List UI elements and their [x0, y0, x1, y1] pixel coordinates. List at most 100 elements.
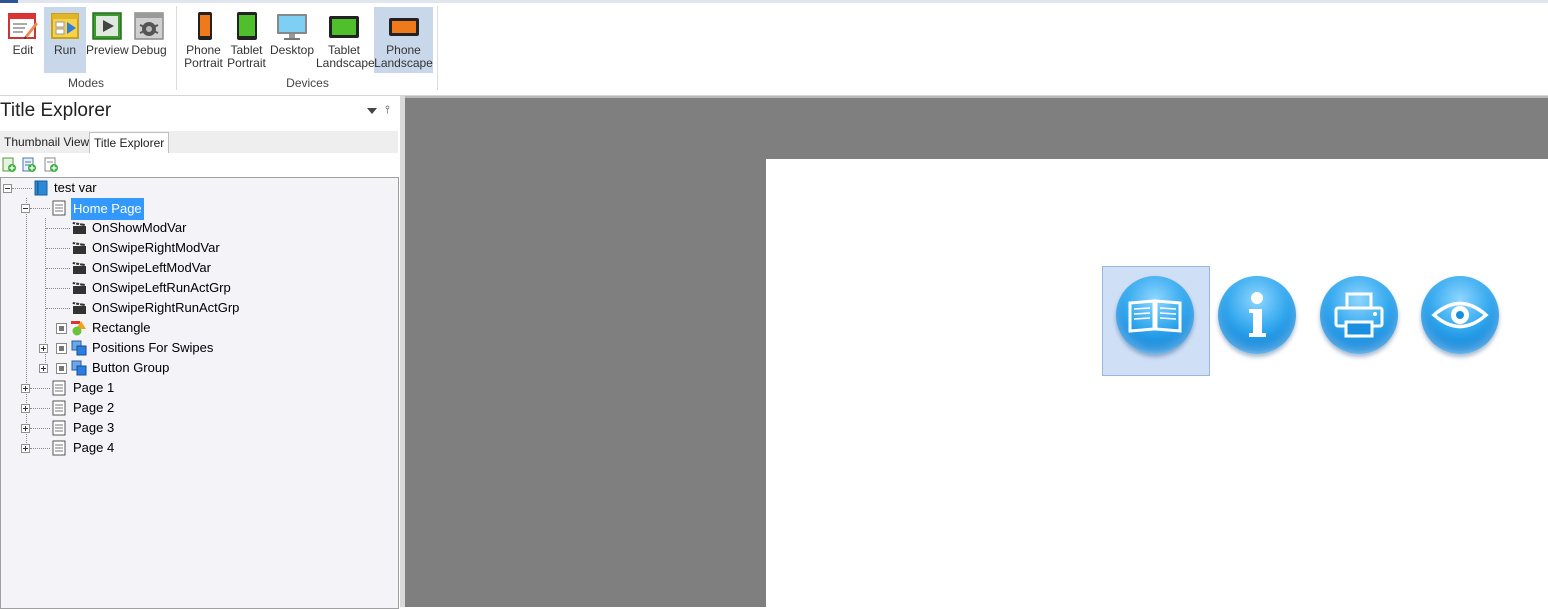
clapperboard-icon: [72, 222, 86, 234]
group-icon: [71, 360, 87, 376]
printer-icon: [1334, 292, 1384, 338]
debug-mode-button[interactable]: Debug: [128, 7, 170, 73]
desktop-icon: [275, 10, 309, 45]
add-section-icon[interactable]: [43, 157, 59, 173]
button-group-expand-toggle[interactable]: [39, 364, 48, 373]
info-button[interactable]: [1218, 276, 1296, 354]
action-label: OnShowModVar: [92, 220, 187, 235]
add-chapter-icon[interactable]: [21, 157, 37, 173]
action-label: OnSwipeRightModVar: [92, 240, 220, 255]
page-expand-toggle[interactable]: [21, 384, 30, 393]
positions-expand-toggle[interactable]: [39, 344, 48, 353]
visibility-checkbox[interactable]: [56, 323, 67, 334]
rectangle-label: Rectangle: [92, 320, 151, 335]
phone-landscape-label: Phone Landscape: [374, 43, 433, 70]
tree-connector: [46, 288, 70, 289]
phone-portrait-button[interactable]: Phone Portrait: [182, 7, 225, 73]
tree-connector: [46, 308, 70, 309]
tab-thumbnail-view[interactable]: Thumbnail View: [0, 132, 93, 152]
action-label: OnSwipeRightRunActGrp: [92, 300, 240, 315]
pin-icon[interactable]: ⫯: [385, 104, 390, 117]
visibility-checkbox[interactable]: [56, 343, 67, 354]
tree-connector: [30, 428, 50, 429]
debug-icon: [133, 10, 165, 45]
tree-connector: [46, 228, 70, 229]
edit-mode-button[interactable]: Edit: [2, 7, 44, 73]
ribbon-file-tab-accent[interactable]: [0, 0, 18, 3]
tree-connector: [30, 408, 50, 409]
page-label: Page 3: [73, 420, 115, 435]
book-icon: [34, 180, 48, 196]
page-icon: [52, 380, 66, 396]
page-label: Page 2: [73, 400, 115, 415]
canvas-top-border: [405, 96, 1548, 98]
phone-portrait-icon: [188, 10, 220, 45]
page-expand-toggle[interactable]: [21, 424, 30, 433]
phone-landscape-button[interactable]: Phone Landscape: [374, 7, 433, 73]
page-expand-toggle[interactable]: [21, 404, 30, 413]
preview-mode-button[interactable]: Preview: [86, 7, 129, 73]
book-button[interactable]: [1116, 276, 1194, 354]
tree-connector: [46, 248, 70, 249]
print-button[interactable]: [1320, 276, 1398, 354]
positions-label: Positions For Swipes: [92, 340, 214, 355]
page-icon: [52, 400, 66, 416]
tree-connector: [30, 208, 50, 209]
root-label: test var: [54, 180, 97, 195]
tree-connector: [30, 448, 50, 449]
page-icon: [52, 440, 66, 456]
page-expand-toggle[interactable]: [21, 444, 30, 453]
book-icon: [1128, 299, 1182, 333]
run-icon: [49, 10, 81, 45]
phone-portrait-label: Phone Portrait: [184, 43, 223, 70]
edit-mode-label: Edit: [12, 43, 34, 57]
phone-landscape-icon: [387, 10, 421, 45]
edit-icon: [7, 10, 39, 45]
page-icon: [52, 420, 66, 436]
tab-title-explorer[interactable]: Title Explorer: [89, 132, 170, 153]
ribbon-group-separator: [176, 6, 177, 90]
clapperboard-icon: [72, 242, 86, 254]
view-button[interactable]: [1421, 276, 1499, 354]
shapes-icon: [71, 321, 86, 336]
page-canvas[interactable]: [766, 159, 1548, 607]
preview-mode-label: Preview: [86, 43, 129, 57]
tablet-landscape-label: Tablet Landscape: [316, 43, 375, 70]
desktop-button[interactable]: Desktop: [268, 7, 316, 73]
eye-icon: [1431, 301, 1489, 329]
action-label: OnSwipeLeftRunActGrp: [92, 280, 231, 295]
group-icon: [71, 340, 87, 356]
tablet-landscape-icon: [327, 10, 361, 45]
preview-icon: [91, 10, 123, 45]
tablet-portrait-button[interactable]: Tablet Portrait: [225, 7, 268, 73]
tablet-portrait-icon: [231, 10, 263, 45]
tablet-landscape-button[interactable]: Tablet Landscape: [316, 7, 375, 73]
page-label: Page 4: [73, 440, 115, 455]
home-page-collapse-toggle[interactable]: [21, 204, 30, 213]
panel-dropdown-icon[interactable]: [367, 108, 377, 114]
visibility-checkbox[interactable]: [56, 363, 67, 374]
clapperboard-icon: [72, 262, 86, 274]
root-collapse-toggle[interactable]: [3, 184, 12, 193]
home-page-label: Home Page: [71, 198, 144, 220]
explorer-toolbar: [0, 157, 80, 175]
clapperboard-icon: [72, 282, 86, 294]
debug-mode-label: Debug: [131, 43, 167, 57]
page-label: Page 1: [73, 380, 115, 395]
add-page-icon[interactable]: [1, 157, 17, 173]
page-icon: [52, 200, 66, 216]
devices-group-label: Devices: [286, 76, 329, 90]
tablet-portrait-label: Tablet Portrait: [227, 43, 266, 70]
clapperboard-icon: [72, 302, 86, 314]
tree-connector: [46, 268, 70, 269]
tree-connector: [30, 388, 50, 389]
tree-connector: [12, 188, 32, 189]
info-icon: [1249, 292, 1266, 337]
ribbon-top-border: [0, 0, 1548, 3]
panel-title: Title Explorer: [0, 100, 112, 121]
run-mode-button[interactable]: Run: [44, 7, 86, 73]
button-group-label: Button Group: [92, 360, 170, 375]
run-mode-label: Run: [53, 43, 76, 57]
ribbon-group-separator: [437, 6, 438, 90]
action-label: OnSwipeLeftModVar: [92, 260, 211, 275]
